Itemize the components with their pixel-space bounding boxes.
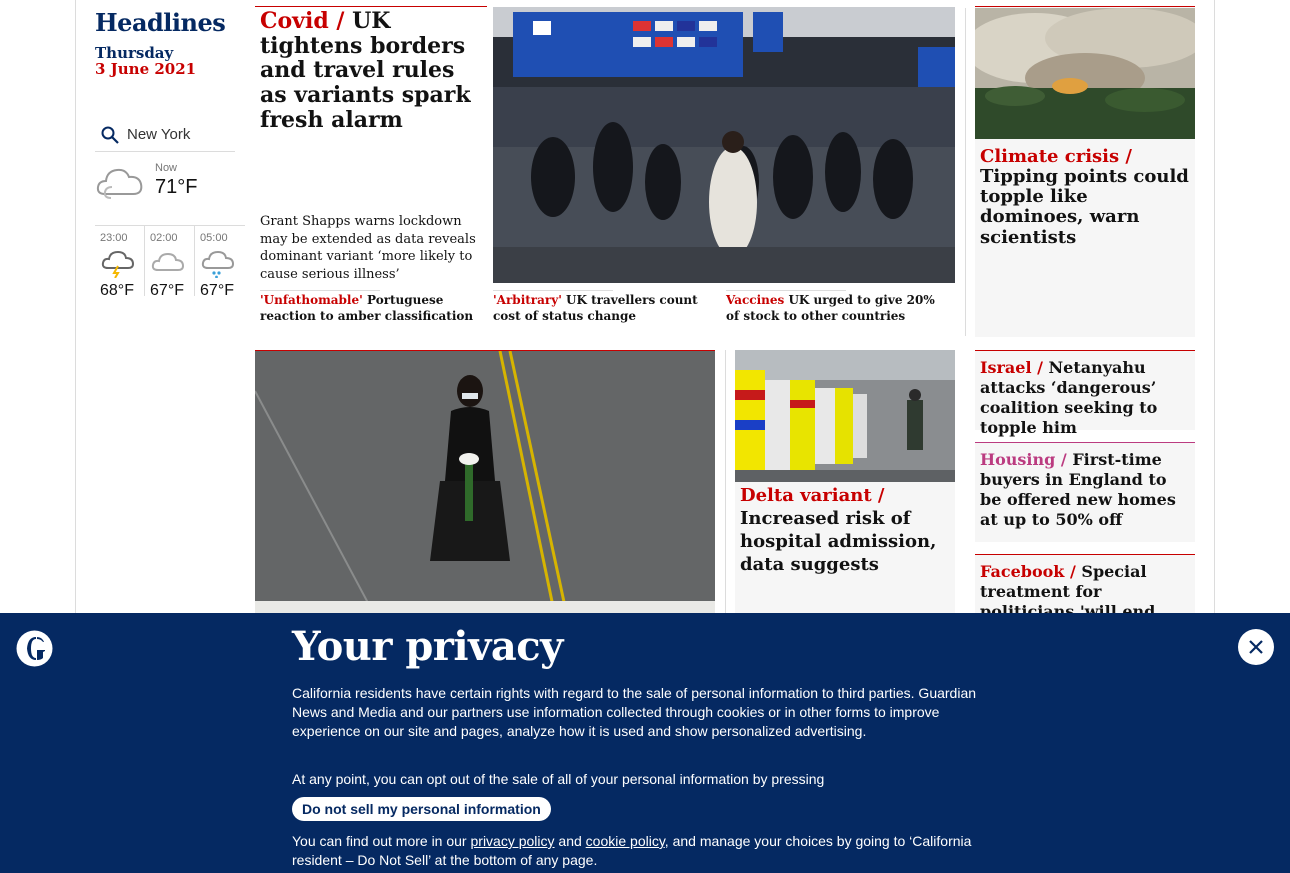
weather-city[interactable]: New York <box>127 126 190 143</box>
rain-cloud-icon <box>201 250 235 279</box>
forecast-item: 02:00 67°F <box>145 226 196 299</box>
lead-standfirst: Grant Shapps warns lockdown may be exten… <box>260 214 476 282</box>
climate-headline-text: Tipping points could topple like dominoe… <box>980 166 1189 248</box>
lead-headline[interactable]: Covid / UK tightens borders and travel r… <box>260 9 485 132</box>
privacy-paragraph: At any point, you can opt out of the sal… <box>292 771 825 787</box>
lead-kicker: Covid / <box>260 8 345 34</box>
climate-kicker: Climate crisis / <box>980 146 1132 167</box>
search-icon <box>101 126 119 144</box>
forecast-item: 05:00 67°F <box>195 226 245 299</box>
privacy-paragraph: You can find out more in our privacy pol… <box>292 832 1002 870</box>
forecast-temp: 67°F <box>150 282 184 299</box>
column-divider <box>725 350 726 615</box>
side-headline[interactable]: Israel / Netanyahu attacks ‘dangerous’ c… <box>980 358 1192 438</box>
date-full: 3 June 2021 <box>95 60 197 78</box>
big-image-kneeling-woman[interactable] <box>255 350 715 615</box>
weather-location-search[interactable]: New York <box>95 118 235 152</box>
privacy-text: and <box>554 833 586 849</box>
sublink-portugal[interactable]: 'Unfathomable' Portuguese reaction to am… <box>260 289 485 324</box>
lead-sublinks: 'Unfathomable' Portuguese reaction to am… <box>260 289 960 334</box>
privacy-banner: Your privacy California residents have c… <box>0 613 1290 873</box>
forecast-item: 23:00 68°F <box>95 226 146 299</box>
delta-headline[interactable]: Delta variant / Increased risk of hospit… <box>740 484 952 576</box>
climate-image-forest-fire <box>975 8 1195 139</box>
forecast-time: 23:00 <box>100 232 128 244</box>
side-headline[interactable]: Housing / First-time buyers in England t… <box>980 450 1192 530</box>
forest-fire-photo <box>975 8 1195 139</box>
do-not-sell-button[interactable]: Do not sell my personal information <box>292 797 551 821</box>
lead-image-airport[interactable] <box>493 7 955 283</box>
guardian-logo-icon[interactable] <box>16 630 53 667</box>
weather-now: Now 71°F <box>95 160 245 210</box>
privacy-policy-link[interactable]: privacy policy <box>471 833 555 849</box>
privacy-title: Your privacy <box>292 623 563 670</box>
delta-kicker: Delta variant / <box>740 485 885 506</box>
column-divider <box>965 8 966 336</box>
sublink-vaccines[interactable]: Vaccines UK urged to give 20% of stock t… <box>726 289 951 324</box>
thunder-cloud-icon <box>101 250 135 279</box>
cloud-icon <box>96 168 143 199</box>
side-story-israel[interactable]: Israel / Netanyahu attacks ‘dangerous’ c… <box>975 350 1195 437</box>
forecast-time: 02:00 <box>150 232 178 244</box>
weather-now-temp: 71°F <box>155 176 198 198</box>
sublink-kicker: 'Arbitrary' <box>493 293 562 307</box>
sublink-kicker: Vaccines <box>726 293 785 307</box>
side-kicker: Housing / <box>980 450 1067 469</box>
section-title[interactable]: Headlines <box>95 8 226 37</box>
cookie-policy-link[interactable]: cookie policy <box>586 833 665 849</box>
delta-story[interactable]: Delta variant / Increased risk of hospit… <box>735 350 955 615</box>
delta-image-ambulances <box>735 350 955 482</box>
climate-headline[interactable]: Climate crisis / Tipping points could to… <box>980 146 1190 248</box>
forecast-temp: 68°F <box>100 282 134 299</box>
ambulance-photo <box>735 350 955 482</box>
forecast-time: 05:00 <box>200 232 228 244</box>
side-kicker: Israel / <box>980 358 1043 377</box>
weather-forecast: 23:00 68°F 02:00 67°F 05:00 67°F <box>95 225 245 299</box>
delta-headline-text: Increased risk of hospital admission, da… <box>740 508 937 576</box>
close-icon <box>1249 640 1263 654</box>
privacy-text: You can find out more in our <box>292 833 471 849</box>
close-button[interactable] <box>1238 629 1274 665</box>
side-story-facebook[interactable]: Facebook / Special treatment for politic… <box>975 554 1195 641</box>
privacy-paragraph: California residents have certain rights… <box>292 685 977 739</box>
vigil-photo <box>255 351 715 615</box>
sublink-travellers[interactable]: 'Arbitrary' UK travellers count cost of … <box>493 289 718 324</box>
forecast-temp: 67°F <box>200 282 234 299</box>
side-story-housing[interactable]: Housing / First-time buyers in England t… <box>975 442 1195 542</box>
cloud-icon <box>151 252 185 271</box>
weather-now-label: Now <box>155 162 178 174</box>
climate-story[interactable]: Climate crisis / Tipping points could to… <box>975 6 1195 337</box>
airport-photo <box>493 7 955 283</box>
sublink-kicker: 'Unfathomable' <box>260 293 363 307</box>
side-kicker: Facebook / <box>980 562 1076 581</box>
lead-story[interactable]: Covid / UK tightens borders and travel r… <box>255 6 487 336</box>
